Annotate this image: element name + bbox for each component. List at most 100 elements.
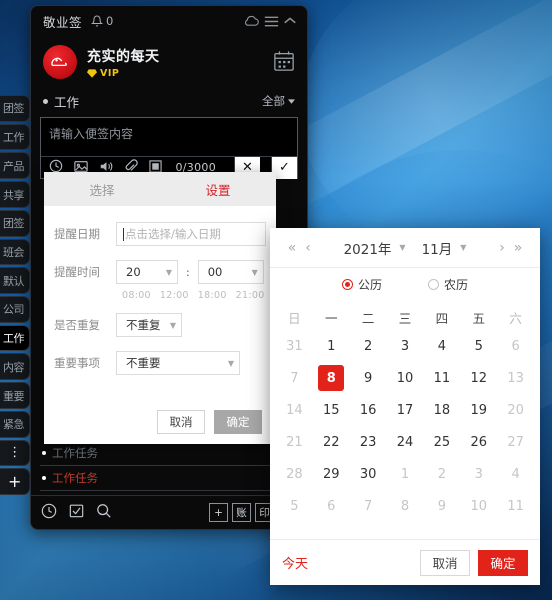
calendar-day[interactable]: 11 [497,490,534,522]
calendar-day[interactable]: 3 [460,458,497,490]
time-preset-1[interactable]: 12:00 [160,290,189,301]
calendar-day[interactable]: 17 [387,394,424,426]
calendar-day[interactable]: 29 [313,458,350,490]
list-item[interactable]: 工作任务 [40,441,298,466]
calendar-day[interactable]: 19 [460,394,497,426]
calendar-day[interactable]: 14 [276,394,313,426]
calendar-day[interactable]: 15 [313,394,350,426]
calendar-day[interactable]: 7 [350,490,387,522]
calendar-day[interactable]: 28 [276,458,313,490]
calendar-confirm-button[interactable]: 确定 [478,549,528,576]
calendar-day[interactable]: 6 [497,330,534,362]
checklist-icon[interactable] [69,503,84,522]
tab-settings[interactable]: 设置 [160,172,276,206]
repeat-select[interactable]: 不重复 ▼ [116,313,182,337]
sidebar-item-1[interactable]: 工作 [0,123,30,151]
calendar-day[interactable]: 5 [460,330,497,362]
avatar[interactable] [43,45,77,79]
calendar-day[interactable]: 9 [423,490,460,522]
calendar-day[interactable]: 3 [387,330,424,362]
calendar-cancel-button[interactable]: 取消 [420,549,470,576]
calendar-day[interactable]: 26 [460,426,497,458]
calendar-day[interactable]: 30 [350,458,387,490]
calendar-day[interactable]: 1 [313,330,350,362]
time-preset-3[interactable]: 21:00 [236,290,265,301]
calendar-day[interactable]: 4 [497,458,534,490]
add-note-button[interactable]: + [209,503,228,522]
calendar-day[interactable]: 11 [423,362,460,394]
sidebar-item-8-active[interactable]: 工作 [0,324,30,352]
settings-cancel-button[interactable]: 取消 [157,410,205,434]
calendar-day[interactable]: 1 [387,458,424,490]
reminder-minute-select[interactable]: 00 ▼ [197,260,264,284]
calendar-day[interactable]: 13 [497,362,534,394]
calendar-day[interactable]: 8 [387,490,424,522]
calendar-day[interactable]: 2 [423,458,460,490]
sidebar-item-3[interactable]: 共享 [0,181,30,208]
chevron-right-icon[interactable]: › [494,240,510,256]
calendar-day[interactable]: 16 [350,394,387,426]
calendar-day[interactable]: 9 [350,362,387,394]
calendar-day[interactable]: 27 [497,426,534,458]
month-selector[interactable]: 11月 ▼ [422,238,467,258]
calendar-day[interactable]: 4 [423,330,460,362]
category-current-label[interactable]: 工作 [54,92,79,111]
sidebar-item-6[interactable]: 默认 [0,267,30,295]
vip-row[interactable]: VIP [87,68,160,79]
sidebar-item-0[interactable]: 团签 [0,95,30,122]
note-input[interactable]: 请输入便签内容 [41,118,297,156]
sidebar-item-4[interactable]: 团签 [0,209,30,237]
clock-icon[interactable] [41,503,57,523]
tab-select[interactable]: 选择 [44,172,160,206]
calendar-day[interactable]: 20 [497,394,534,426]
chevron-left-icon[interactable]: ‹ [300,240,316,256]
sidebar-item-7[interactable]: 公司 [0,296,30,323]
calendar-day-label: 17 [396,402,414,418]
calendar-day[interactable]: 5 [276,490,313,522]
year-selector[interactable]: 2021年 ▼ [344,238,406,258]
calendar-day[interactable]: 10 [387,362,424,394]
calendar-day[interactable]: 22 [313,426,350,458]
today-link[interactable]: 今天 [282,553,308,572]
calendar-day[interactable]: 7 [276,362,313,394]
calendar-day-selected[interactable]: 8 [313,362,350,394]
double-chevron-left-icon[interactable]: « [284,240,300,256]
list-item[interactable]: 工作任务 [40,466,298,491]
sidebar-add-button[interactable]: + [0,468,30,496]
sidebar-item-5[interactable]: 班会 [0,238,30,266]
time-preset-0[interactable]: 08:00 [122,290,151,301]
radio-lunar[interactable]: 农历 [428,276,468,293]
sidebar-more-button[interactable]: ⋮ [0,439,30,467]
search-icon[interactable] [96,503,112,523]
calendar-day[interactable]: 24 [387,426,424,458]
calendar-day[interactable]: 25 [423,426,460,458]
sidebar-item-2[interactable]: 产品 [0,152,30,180]
calendar-day[interactable]: 23 [350,426,387,458]
cloud-icon[interactable] [243,14,260,28]
sidebar-item-11[interactable]: 紧急 [0,410,30,438]
double-chevron-right-icon[interactable]: » [510,240,526,256]
calendar-day[interactable]: 10 [460,490,497,522]
calendar-day[interactable]: 21 [276,426,313,458]
calendar-day[interactable]: 2 [350,330,387,362]
calendar-day[interactable]: 12 [460,362,497,394]
hamburger-menu-icon[interactable] [264,15,279,28]
sidebar-item-10[interactable]: 重要 [0,382,30,409]
account-button[interactable]: 账 [232,503,251,522]
calendar-day[interactable]: 18 [423,394,460,426]
calendar-day-label: 13 [507,370,524,386]
reminder-date-input[interactable]: 点击选择/输入日期 [116,222,266,246]
calendar-icon[interactable] [273,50,295,75]
calendar-day[interactable]: 6 [313,490,350,522]
category-filter-dropdown[interactable]: 全部 [262,93,295,109]
notification-area[interactable]: 0 [91,14,113,28]
radio-gregorian[interactable]: 公历 [341,276,382,293]
sidebar-item-9[interactable]: 内容 [0,353,30,381]
reminder-hour-select[interactable]: 20 ▼ [116,260,178,284]
gregorian-label: 公历 [357,277,382,292]
chevron-up-icon[interactable] [283,15,297,27]
priority-select[interactable]: 不重要 ▼ [116,351,240,375]
calendar-day[interactable]: 31 [276,330,313,362]
time-preset-2[interactable]: 18:00 [198,290,227,301]
settings-confirm-button[interactable]: 确定 [214,410,262,434]
